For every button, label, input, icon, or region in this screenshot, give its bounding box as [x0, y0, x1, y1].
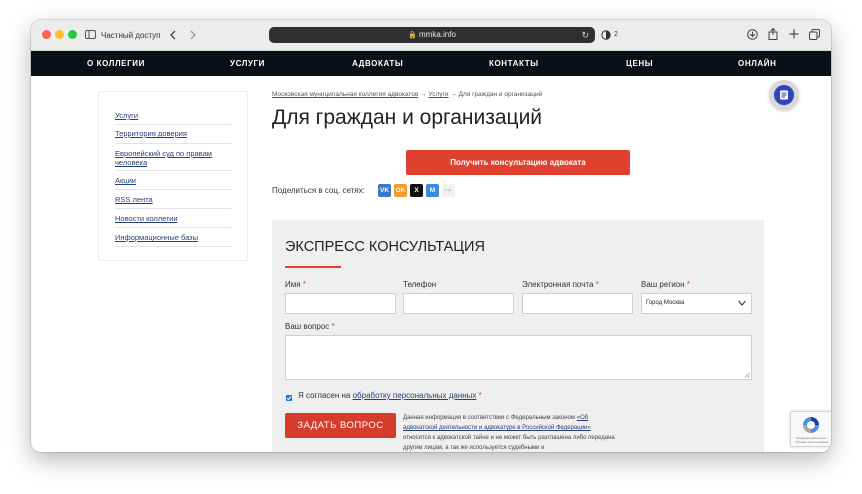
document-icon: [780, 90, 788, 100]
share-icon[interactable]: [768, 28, 778, 40]
nav-item-services[interactable]: УСЛУГИ: [230, 51, 265, 76]
reload-icon[interactable]: ↻: [581, 27, 589, 43]
lock-icon: 🔒: [408, 32, 417, 39]
sidebar-divider: [115, 124, 231, 125]
sidebar-divider: [115, 227, 231, 228]
fab-inner: [774, 85, 794, 105]
get-consultation-button[interactable]: Получить консультацию адвоката: [406, 150, 630, 175]
recaptcha-icon: [803, 417, 819, 433]
nav-item-contacts[interactable]: КОНТАКТЫ: [489, 51, 539, 76]
submit-question-button[interactable]: ЗАДАТЬ ВОПРОС: [285, 413, 396, 438]
sidebar-divider: [115, 208, 231, 209]
email-label-text: Электронная почта: [522, 280, 594, 289]
sidebar-item-trust-territory[interactable]: Территория доверия: [115, 129, 231, 138]
required-mark: *: [595, 280, 599, 289]
page-title: Для граждан и организаций: [272, 106, 543, 129]
private-browsing-label: Частный доступ: [101, 31, 161, 40]
breadcrumb-separator: →: [420, 91, 427, 98]
back-arrow-icon[interactable]: [170, 30, 177, 40]
email-label: Электронная почта *: [522, 280, 599, 289]
legal-text-2: относится к адвокатской тайне и не может…: [403, 435, 615, 451]
sidebar-item-services[interactable]: Услуги: [115, 111, 231, 120]
moimir-share-icon[interactable]: M: [426, 184, 439, 197]
required-mark: *: [478, 391, 482, 400]
browser-window: Частный доступ 🔒 mmka.info ↻ 2 О КОЛЛЕГИ…: [31, 20, 831, 452]
sidebar-divider: [115, 246, 231, 247]
url-text: mmka.info: [419, 30, 456, 39]
breadcrumb-current: Для граждан и организаций: [458, 91, 543, 98]
breadcrumb-separator: →: [450, 91, 457, 98]
close-window-button[interactable]: [42, 30, 51, 39]
phone-field[interactable]: [403, 293, 514, 314]
region-label-text: Ваш регион: [641, 280, 685, 289]
name-field[interactable]: [285, 293, 396, 314]
legal-notice: Данная информация в соответствии с Федер…: [403, 413, 615, 452]
title-underline: [285, 266, 341, 268]
minimize-window-button[interactable]: [55, 30, 64, 39]
required-mark: *: [686, 280, 690, 289]
required-mark: *: [331, 322, 335, 331]
checkmark-icon: [286, 396, 292, 401]
region-label: Ваш регион *: [641, 280, 690, 289]
sidebar-toggle-icon[interactable]: [85, 30, 96, 39]
phone-label: Телефон: [403, 280, 437, 289]
region-select-value: Город Москва: [646, 300, 685, 306]
chevron-down-icon: [738, 300, 746, 306]
browser-toolbar: Частный доступ 🔒 mmka.info ↻ 2: [31, 20, 831, 51]
sidebar: Услуги Территория доверия Европейский су…: [98, 91, 248, 261]
question-label: Ваш вопрос *: [285, 322, 335, 331]
email-field[interactable]: [522, 293, 633, 314]
resize-handle-icon[interactable]: [744, 372, 750, 378]
recaptcha-text: Конфиденциальность - Условия использован…: [795, 436, 829, 444]
form-title: ЭКСПРЕСС КОНСУЛЬТАЦИЯ: [285, 239, 485, 255]
floating-menu-button[interactable]: [769, 80, 799, 110]
breadcrumb: Московская муниципальная коллегия адвока…: [272, 91, 542, 98]
x-share-icon[interactable]: X: [410, 184, 423, 197]
breadcrumb-services-link[interactable]: Услуги: [429, 91, 449, 98]
nav-item-lawyers[interactable]: АДВОКАТЫ: [352, 51, 403, 76]
more-share-icon[interactable]: ···: [442, 184, 455, 197]
required-mark: *: [302, 280, 306, 289]
address-bar[interactable]: 🔒 mmka.info ↻: [269, 27, 595, 43]
sidebar-item-info-bases[interactable]: Информационные базы: [115, 233, 231, 242]
sidebar-item-echr[interactable]: Европейский суд по правам человека: [115, 149, 231, 167]
personal-data-link[interactable]: обработку персональных данных: [353, 391, 477, 400]
sidebar-divider: [115, 189, 231, 190]
tab-overview-icon[interactable]: [809, 29, 820, 40]
shield-count: 2: [614, 31, 618, 38]
sidebar-item-news[interactable]: Новости коллегии: [115, 214, 231, 223]
share-label: Поделиться в соц. сетях:: [272, 186, 365, 195]
consent-text: Я согласен на обработку персональных дан…: [298, 391, 482, 400]
nav-item-about[interactable]: О КОЛЛЕГИИ: [87, 51, 145, 76]
forward-arrow-icon[interactable]: [189, 30, 196, 40]
nav-item-prices[interactable]: ЦЕНЫ: [626, 51, 653, 76]
question-label-text: Ваш вопрос: [285, 322, 330, 331]
sidebar-divider: [115, 143, 231, 144]
new-tab-icon[interactable]: [789, 29, 799, 39]
privacy-shield-icon[interactable]: [601, 30, 611, 40]
vk-share-icon[interactable]: VK: [378, 184, 391, 197]
breadcrumb-home-link[interactable]: Московская муниципальная коллегия адвока…: [272, 91, 418, 98]
odnoklassniki-share-icon[interactable]: OK: [394, 184, 407, 197]
question-textarea[interactable]: [285, 335, 752, 380]
zoom-window-button[interactable]: [68, 30, 77, 39]
name-label-text: Имя: [285, 280, 301, 289]
sidebar-item-rss[interactable]: RSS лента: [115, 195, 231, 204]
recaptcha-badge[interactable]: Конфиденциальность - Условия использован…: [790, 411, 831, 447]
download-icon[interactable]: [747, 29, 758, 40]
nav-item-online[interactable]: ОНЛАЙН: [738, 51, 777, 76]
main-navigation: О КОЛЛЕГИИ УСЛУГИ АДВОКАТЫ КОНТАКТЫ ЦЕНЫ…: [31, 51, 831, 76]
region-select[interactable]: Город Москва: [641, 293, 752, 314]
consent-prefix: Я согласен на: [298, 391, 351, 400]
legal-text-1: Данная информация в соответствии с Федер…: [403, 415, 576, 421]
express-consultation-form: ЭКСПРЕСС КОНСУЛЬТАЦИЯ Имя * Телефон Элек…: [272, 220, 764, 452]
sidebar-divider: [115, 170, 231, 171]
sidebar-item-promotions[interactable]: Акции: [115, 176, 231, 185]
name-label: Имя *: [285, 280, 306, 289]
consent-checkbox[interactable]: [286, 395, 292, 401]
